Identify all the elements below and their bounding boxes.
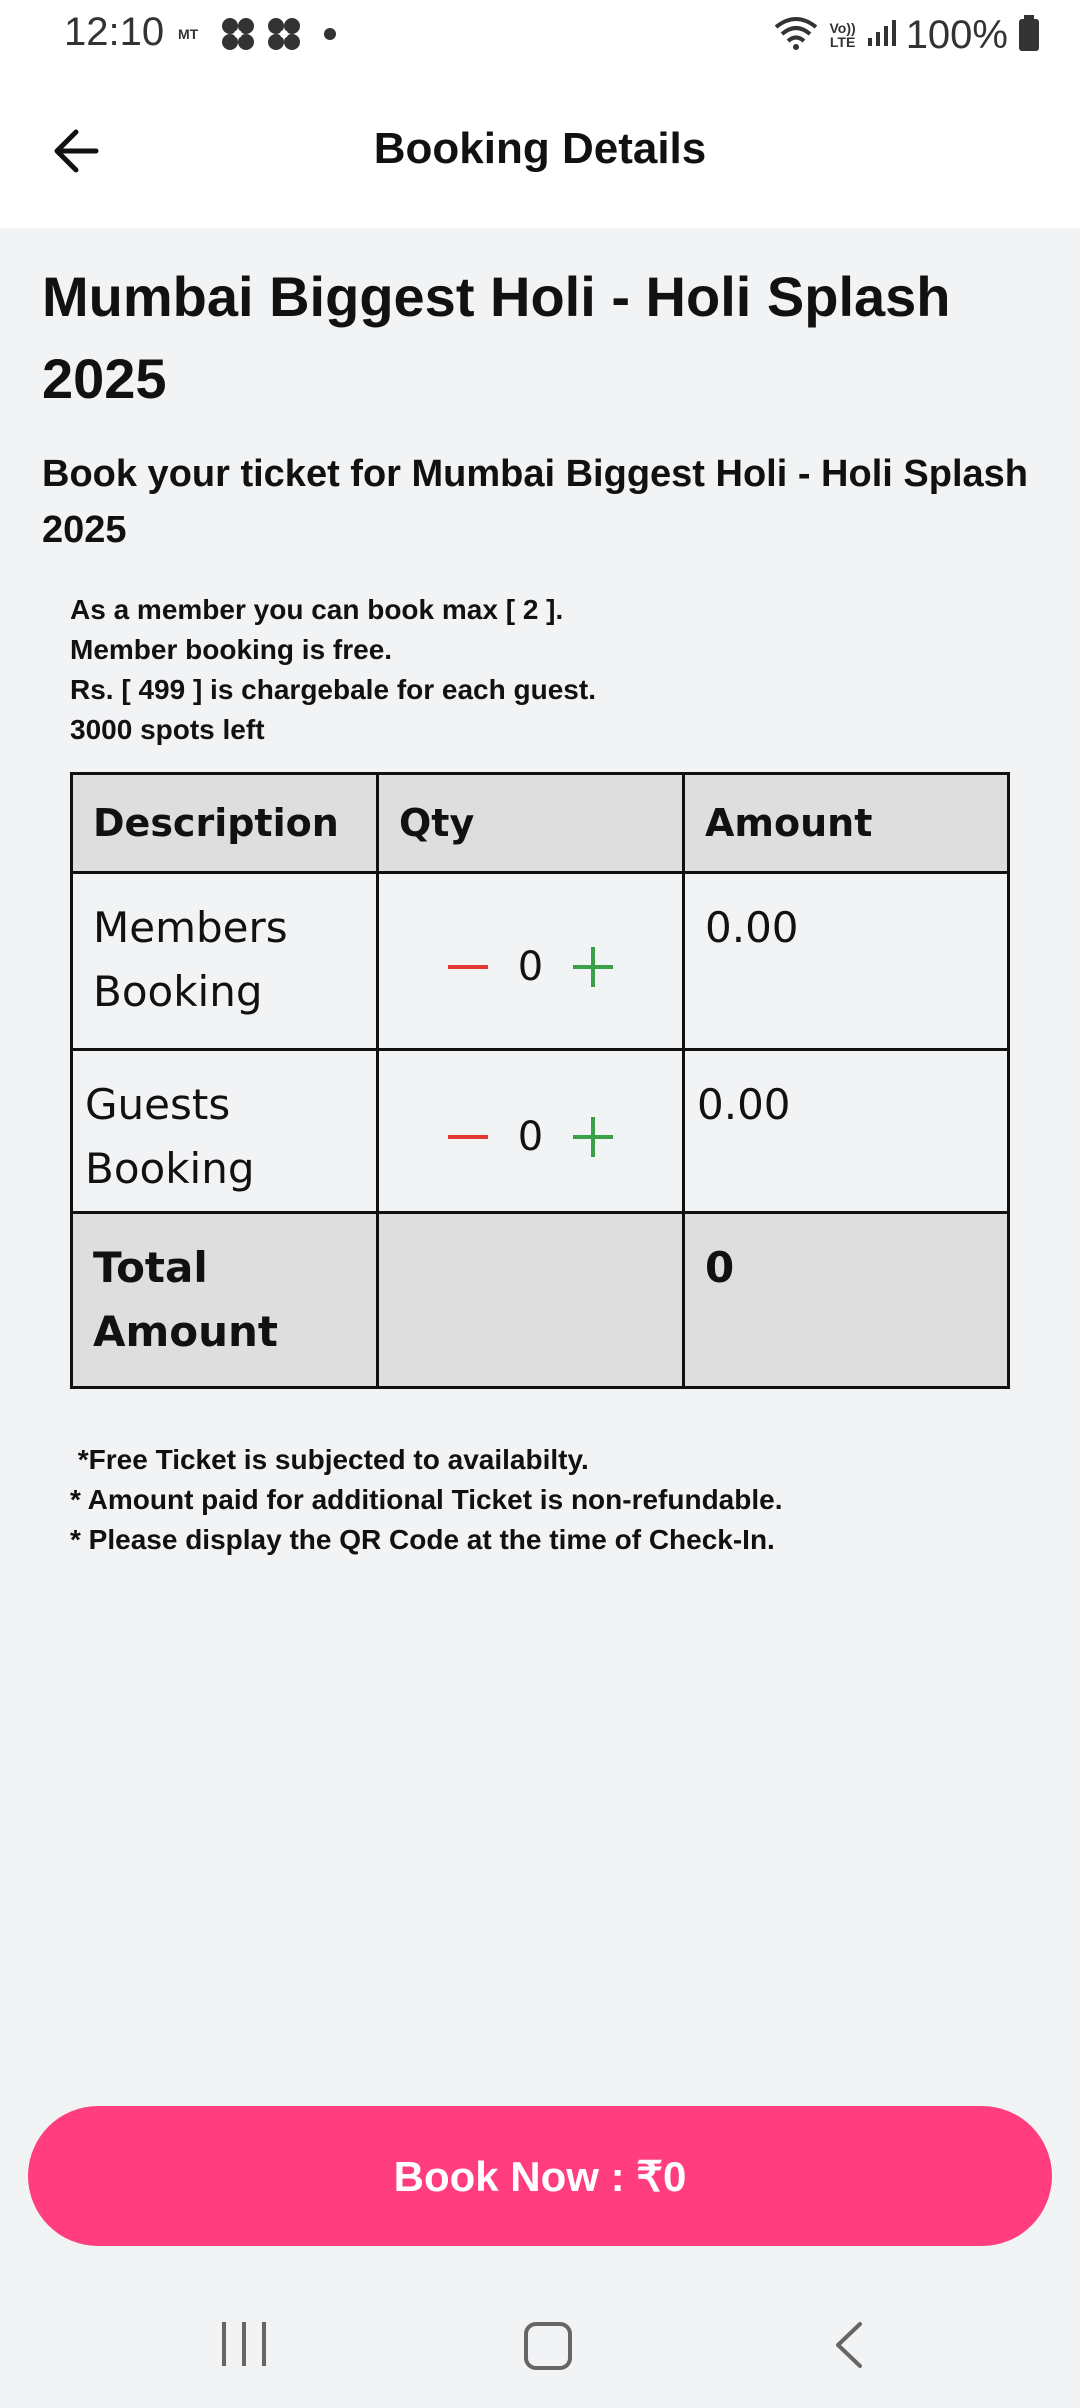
- guests-description: Guests Booking: [70, 1048, 379, 1214]
- table-row-guests: Guests Booking 0 0.00: [70, 1048, 1010, 1214]
- header-amount: Amount: [682, 772, 1010, 874]
- header-description: Description: [70, 772, 379, 874]
- info-member-free: Member booking is free.: [70, 634, 393, 665]
- total-empty-cell: [376, 1211, 685, 1389]
- note-qr-code: * Please display the QR Code at the time…: [70, 1524, 775, 1555]
- status-carrier: MT: [178, 26, 199, 42]
- members-increment-button[interactable]: [573, 947, 614, 987]
- page-title: Booking Details: [373, 124, 707, 173]
- members-qty-value: 0: [517, 944, 544, 990]
- volte-icon: Vo)) LTE: [829, 20, 856, 50]
- info-spots-left: 3000 spots left: [70, 714, 265, 745]
- system-nav-bar: [0, 2280, 1080, 2408]
- table-row-members: Members Booking 0 0.00: [70, 871, 1010, 1051]
- table-row-total: Total Amount 0: [70, 1211, 1010, 1389]
- info-guest-charge: Rs. [ 499 ] is chargebale for each guest…: [70, 674, 596, 705]
- members-description: Members Booking: [70, 871, 379, 1051]
- terms-notes: *Free Ticket is subjected to availabilty…: [70, 1440, 782, 1560]
- status-bar: 12:10 MT Vo)) LTE 100%: [0, 0, 1080, 72]
- booking-subtitle: Book your ticket for Mumbai Biggest Holi…: [42, 453, 1028, 551]
- header-qty: Qty: [376, 772, 685, 874]
- signal-icon: [866, 18, 896, 53]
- book-now-button[interactable]: Book Now : ₹0: [28, 2106, 1052, 2246]
- note-availability: *Free Ticket is subjected to availabilty…: [70, 1444, 589, 1475]
- booking-info: As a member you can book max [ 2 ]. Memb…: [70, 590, 596, 750]
- guests-qty-value: 0: [517, 1114, 544, 1160]
- battery-percent: 100%: [905, 12, 1008, 57]
- event-title: Mumbai Biggest Holi - Holi Splash 2025: [42, 265, 951, 410]
- guests-increment-button[interactable]: [573, 1117, 614, 1157]
- total-label: Total Amount: [70, 1211, 379, 1389]
- members-amount: 0.00: [682, 871, 1010, 1051]
- members-decrement-button[interactable]: [447, 965, 488, 969]
- info-max-members: As a member you can book max [ 2 ].: [70, 594, 564, 625]
- recents-icon[interactable]: [222, 2322, 266, 2366]
- status-time: 12:10: [64, 10, 165, 54]
- guests-decrement-button[interactable]: [447, 1135, 488, 1139]
- members-qty-stepper: 0: [376, 871, 685, 1051]
- home-icon[interactable]: [524, 2322, 572, 2370]
- nav-back-icon[interactable]: [830, 2320, 870, 2370]
- wifi-icon: [772, 15, 820, 56]
- table-header-row: Description Qty Amount: [70, 772, 1010, 874]
- notification-app-icons: [218, 14, 308, 59]
- notification-dot-icon: [324, 28, 336, 40]
- guests-amount: 0.00: [682, 1048, 1010, 1214]
- app-bar: Booking Details: [0, 72, 1080, 228]
- booking-table: Description Qty Amount Members Booking 0…: [70, 772, 1010, 1389]
- note-non-refundable: * Amount paid for additional Ticket is n…: [70, 1484, 783, 1515]
- guests-qty-stepper: 0: [376, 1048, 685, 1214]
- total-value: 0: [682, 1211, 1010, 1389]
- battery-icon: [1018, 14, 1040, 56]
